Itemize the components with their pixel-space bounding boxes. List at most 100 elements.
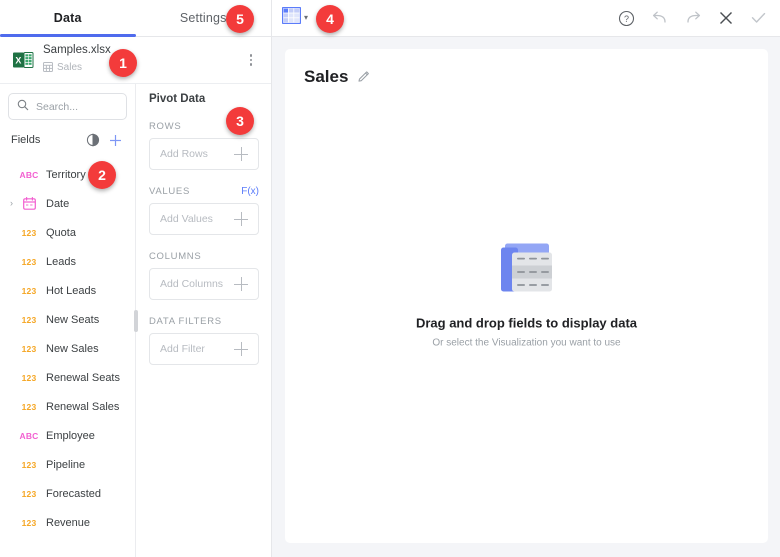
kebab-menu-icon[interactable]	[241, 48, 261, 72]
plus-icon[interactable]	[104, 129, 126, 151]
canvas-area: Sales Drag and drop fields to display da…	[272, 37, 780, 557]
plus-icon[interactable]	[234, 277, 248, 291]
field-name: Forecasted	[46, 487, 102, 500]
visualization-card: Sales Drag and drop fields to display da…	[285, 49, 768, 543]
left-panel: Data Settings X Samples.xlsx Sales Searc…	[0, 0, 272, 557]
field-row[interactable]: 123 Renewal Sales	[0, 392, 135, 421]
pivot-data-title: Pivot Data	[149, 93, 206, 105]
formula-link[interactable]: F(x)	[241, 186, 259, 197]
excel-icon: X	[12, 49, 34, 71]
field-name: Date	[46, 197, 70, 210]
field-type-text-icon: ABC	[19, 169, 39, 180]
main-toolbar: ▾ ?	[272, 0, 780, 37]
field-row[interactable]: ABC Employee	[0, 421, 135, 450]
datasource-filename: Samples.xlsx	[43, 43, 111, 56]
field-type-number-icon: 123	[21, 343, 37, 354]
table-visualization-icon	[281, 6, 302, 29]
field-name: Leads	[46, 255, 76, 268]
pivot-section-label: DATA FILTERS	[149, 316, 222, 327]
pivot-sections: ROWS Add Rows VALUES F(x) Add Values COLUMNS A…	[149, 121, 259, 365]
field-name: Employee	[46, 429, 95, 442]
annotation-badge-5: 5	[226, 5, 254, 33]
pivot-section-header: VALUES F(x)	[149, 186, 259, 197]
confirm-icon[interactable]	[749, 9, 768, 28]
field-name: New Seats	[46, 313, 100, 326]
field-name: Hot Leads	[46, 284, 97, 297]
field-type-text-icon: ABC	[19, 430, 39, 441]
chevron-right-icon[interactable]: ›	[6, 199, 17, 208]
table-icon	[43, 59, 53, 77]
search-icon	[17, 98, 29, 116]
pivot-drop-zone[interactable]: Add Values	[149, 203, 259, 235]
pivot-section-label: ROWS	[149, 121, 182, 132]
help-icon[interactable]: ?	[617, 9, 636, 28]
field-row[interactable]: 123 Quota	[0, 218, 135, 247]
svg-text:?: ?	[624, 14, 629, 24]
datasource-sheet: Sales	[43, 59, 232, 77]
redo-icon[interactable]	[683, 9, 702, 28]
table-placeholder-icon	[499, 243, 555, 296]
pivot-section-label: VALUES	[149, 186, 190, 197]
pivot-section-header: COLUMNS	[149, 251, 259, 262]
svg-text:X: X	[15, 55, 21, 65]
pivot-drop-placeholder: Add Rows	[160, 148, 208, 160]
visualization-selector[interactable]: ▾	[281, 6, 309, 29]
datasource-text: Samples.xlsx Sales	[43, 44, 232, 77]
fields-list: ABC Territory › Date 123 Quota 123 Leads 123 Hot …	[0, 154, 135, 557]
field-row[interactable]: 123 Hot Leads	[0, 276, 135, 305]
field-type-number-icon: 123	[21, 285, 37, 296]
tab-data-label: Data	[53, 11, 82, 25]
field-type-number-icon: 123	[21, 314, 37, 325]
tab-settings-label: Settings	[179, 11, 227, 25]
empty-state-subtitle: Or select the Visualization you want to …	[432, 337, 621, 349]
field-type-number-icon: 123	[21, 401, 37, 412]
annotation-badge-2: 2	[88, 161, 116, 189]
field-type-number-icon: 123	[21, 372, 37, 383]
fields-header: Fields	[0, 126, 135, 154]
field-type-number-icon: 123	[21, 517, 37, 528]
right-panel: ▾ ? Sales Drag and drop fields to displa…	[272, 0, 780, 557]
search-input[interactable]: Search...	[8, 93, 127, 120]
empty-state: Drag and drop fields to display data Or …	[285, 243, 768, 349]
field-row[interactable]: 123 Pipeline	[0, 450, 135, 479]
annotation-badge-1: 1	[109, 49, 137, 77]
field-name: Territory	[46, 168, 86, 181]
plus-icon[interactable]	[234, 147, 248, 161]
field-row[interactable]: › Date	[0, 189, 135, 218]
field-type-date-icon	[17, 197, 41, 210]
field-row[interactable]: 123 New Seats	[0, 305, 135, 334]
fields-title: Fields	[11, 134, 41, 146]
fields-column: Search... Fields ABC Territory › Date 12…	[0, 84, 138, 557]
annotation-badge-3: 3	[226, 107, 254, 135]
pivot-drop-zone[interactable]: Add Rows	[149, 138, 259, 170]
undo-icon[interactable]	[650, 9, 669, 28]
pivot-drop-placeholder: Add Columns	[160, 278, 224, 290]
field-type-number-icon: 123	[21, 459, 37, 470]
pivot-drop-placeholder: Add Filter	[160, 343, 205, 355]
pivot-drop-zone[interactable]: Add Columns	[149, 268, 259, 300]
search-placeholder: Search...	[36, 100, 79, 113]
tab-data[interactable]: Data	[0, 0, 136, 37]
field-row[interactable]: 123 Revenue	[0, 508, 135, 537]
annotation-badge-4: 4	[316, 5, 344, 33]
chevron-down-icon: ▾	[304, 13, 309, 22]
canvas-header: Sales	[285, 49, 768, 87]
pivot-drop-placeholder: Add Values	[160, 213, 213, 225]
field-row[interactable]: 123 Leads	[0, 247, 135, 276]
close-icon[interactable]	[716, 9, 735, 28]
field-row[interactable]: 123 Renewal Seats	[0, 363, 135, 392]
field-name: Renewal Sales	[46, 400, 120, 413]
field-row[interactable]: 123 New Sales	[0, 334, 135, 363]
field-row[interactable]: 123 Forecasted	[0, 479, 135, 508]
half-circle-icon[interactable]	[82, 129, 104, 151]
datasource-sheetname: Sales	[57, 62, 83, 73]
panel-resize-handle[interactable]	[134, 310, 138, 332]
field-name: Pipeline	[46, 458, 86, 471]
pencil-icon[interactable]	[357, 70, 371, 84]
app-root: Data Settings X Samples.xlsx Sales Searc…	[0, 0, 780, 557]
plus-icon[interactable]	[234, 342, 248, 356]
pivot-drop-zone[interactable]: Add Filter	[149, 333, 259, 365]
field-name: Renewal Seats	[46, 371, 120, 384]
plus-icon[interactable]	[234, 212, 248, 226]
empty-state-title: Drag and drop fields to display data	[415, 315, 638, 331]
